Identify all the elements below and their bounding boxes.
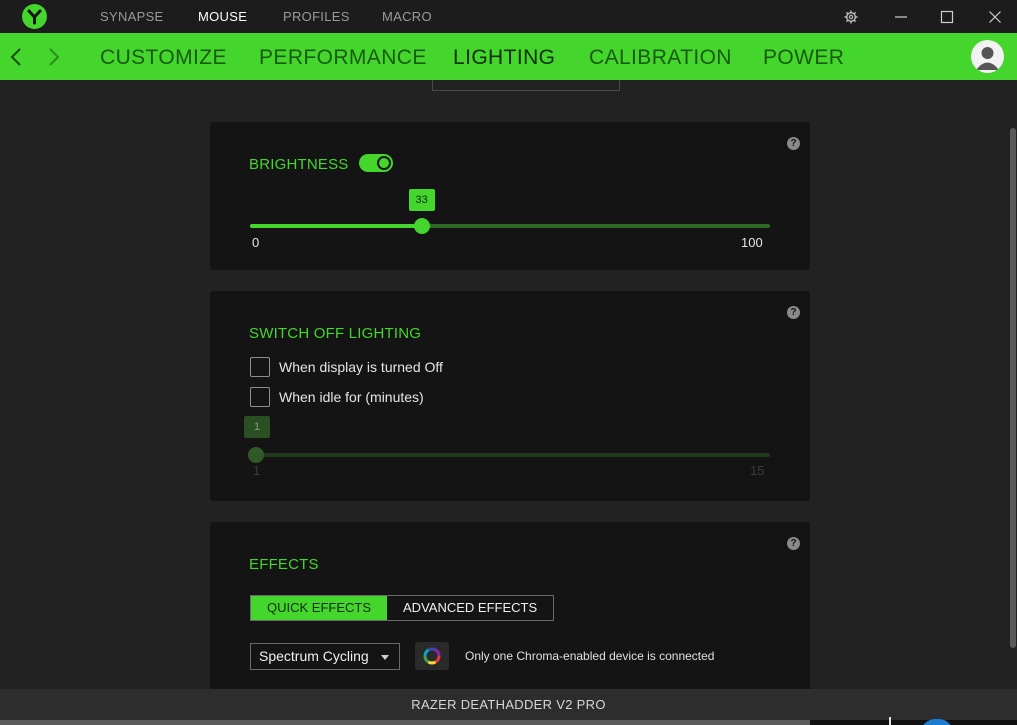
help-icon[interactable]: ?: [787, 137, 800, 150]
device-name-footer: RAZER DEATHADDER V2 PRO: [0, 689, 1017, 720]
idle-minutes-slider[interactable]: 1: [244, 416, 770, 463]
advanced-effects-button[interactable]: ADVANCED EFFECTS: [387, 596, 553, 620]
idle-label: When idle for (minutes): [279, 389, 424, 405]
brightness-toggle[interactable]: [359, 154, 393, 172]
chroma-studio-icon[interactable]: [415, 642, 449, 670]
tab-performance[interactable]: PERFORMANCE: [259, 46, 427, 70]
section-nav-bar: CUSTOMIZE PERFORMANCE LIGHTING CALIBRATI…: [0, 33, 1017, 80]
idle-min-label: 1: [253, 463, 261, 478]
brightness-slider-fill: [250, 224, 422, 228]
effects-mode-toggle: QUICK EFFECTS ADVANCED EFFECTS: [250, 595, 555, 621]
effect-select-value: Spectrum Cycling: [259, 648, 369, 664]
os-taskbar-tray: [810, 720, 1017, 725]
back-arrow-icon[interactable]: [5, 45, 27, 69]
forward-arrow-icon[interactable]: [43, 45, 65, 69]
idle-slider-thumb[interactable]: [248, 447, 264, 463]
brightness-card: ? BRIGHTNESS 33 0 100: [210, 122, 810, 270]
idle-option[interactable]: When idle for (minutes): [250, 387, 424, 407]
help-icon[interactable]: ?: [787, 537, 800, 550]
tab-macro[interactable]: MACRO: [382, 9, 432, 24]
tab-customize[interactable]: CUSTOMIZE: [100, 46, 227, 70]
razer-logo-icon[interactable]: [22, 4, 47, 29]
display-off-option[interactable]: When display is turned Off: [250, 357, 443, 377]
tab-profiles[interactable]: PROFILES: [283, 9, 350, 24]
effect-select[interactable]: Spectrum Cycling: [250, 643, 400, 670]
toggle-knob: [377, 156, 391, 170]
maximize-icon[interactable]: [937, 7, 957, 27]
settings-icon[interactable]: [841, 7, 861, 27]
tab-calibration[interactable]: CALIBRATION: [589, 46, 732, 70]
idle-value-bubble: 1: [244, 416, 270, 438]
scrollbar-thumb[interactable]: [1010, 128, 1016, 648]
display-off-checkbox[interactable]: [250, 357, 270, 377]
minimize-icon[interactable]: [891, 7, 911, 27]
display-off-label: When display is turned Off: [279, 359, 443, 375]
taskbar-divider: [889, 717, 891, 725]
chevron-down-icon: [381, 655, 389, 660]
user-avatar-icon[interactable]: [971, 40, 1004, 73]
quick-effects-button[interactable]: QUICK EFFECTS: [251, 596, 388, 620]
scrolled-dropdown-edge: [432, 80, 620, 91]
razer-synapse-window: SYNAPSE MOUSE PROFILES MACRO CUSTOMIZE P…: [0, 0, 1017, 725]
tab-power[interactable]: POWER: [763, 46, 844, 70]
tab-lighting[interactable]: LIGHTING: [453, 46, 555, 70]
tab-mouse[interactable]: MOUSE: [198, 9, 247, 24]
help-icon[interactable]: ?: [787, 306, 800, 319]
brightness-title: BRIGHTNESS: [249, 156, 349, 173]
brightness-min-label: 0: [252, 235, 260, 250]
idle-max-label: 15: [750, 463, 765, 478]
close-icon[interactable]: [985, 7, 1005, 27]
brightness-value-bubble: 33: [408, 189, 435, 211]
chroma-device-note: Only one Chroma-enabled device is connec…: [465, 649, 715, 663]
brightness-slider[interactable]: 33: [250, 189, 770, 234]
effects-title: EFFECTS: [249, 556, 319, 573]
brightness-max-label: 100: [741, 235, 763, 250]
title-bar: SYNAPSE MOUSE PROFILES MACRO: [0, 0, 1017, 33]
switch-off-title: SWITCH OFF LIGHTING: [249, 325, 422, 342]
idle-checkbox[interactable]: [250, 387, 270, 407]
switch-off-lighting-card: ? SWITCH OFF LIGHTING When display is tu…: [210, 291, 810, 501]
tab-synapse[interactable]: SYNAPSE: [100, 9, 164, 24]
brightness-slider-thumb[interactable]: [413, 218, 430, 234]
